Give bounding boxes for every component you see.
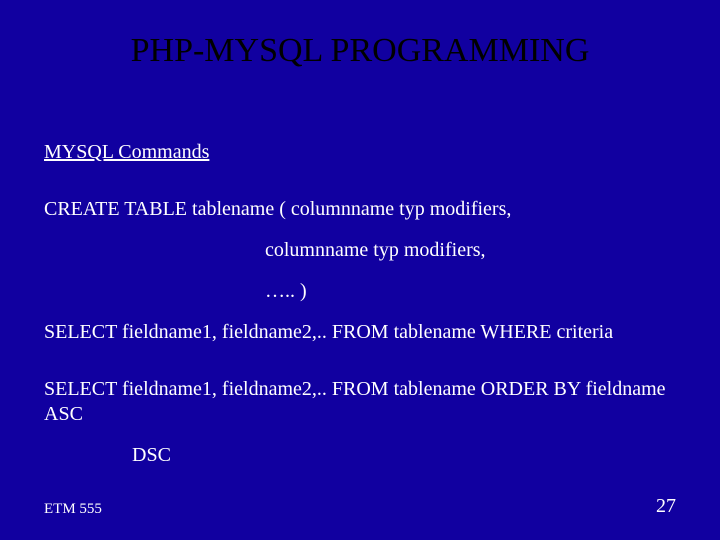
slide-body: MYSQL Commands CREATE TABLE tablename ( … (44, 140, 676, 484)
create-table-line1: CREATE TABLE tablename ( columnname typ … (44, 197, 676, 222)
slide-title: PHP-MYSQL PROGRAMMING (0, 32, 720, 70)
create-table-line3: ….. ) (44, 279, 676, 304)
footer-page-number: 27 (656, 495, 676, 518)
select-order: SELECT fieldname1, fieldname2,.. FROM ta… (44, 377, 676, 427)
section-header: MYSQL Commands (44, 140, 676, 165)
slide: PHP-MYSQL PROGRAMMING MYSQL Commands CRE… (0, 0, 720, 540)
dsc-line: DSC (44, 443, 676, 468)
create-table-line2: columnname typ modifiers, (44, 238, 676, 263)
select-where: SELECT fieldname1, fieldname2,.. FROM ta… (44, 320, 676, 345)
footer-course-code: ETM 555 (44, 501, 102, 518)
